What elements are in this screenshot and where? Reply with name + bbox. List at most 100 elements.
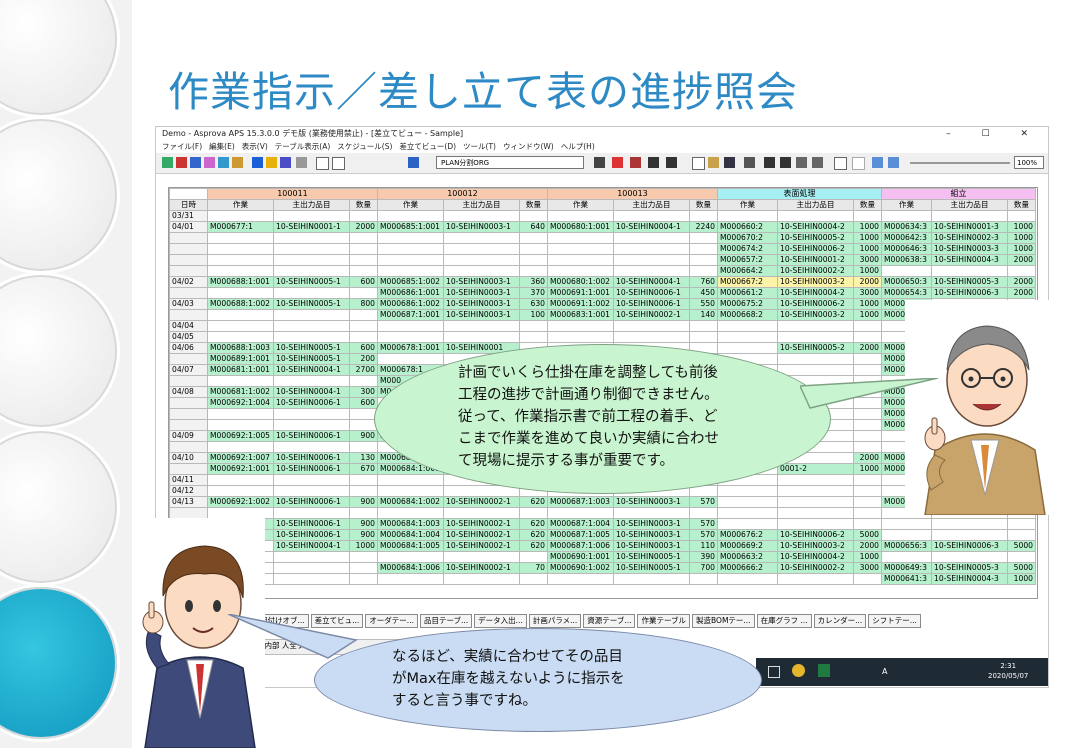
table-cell[interactable]: 100 xyxy=(519,309,548,321)
table-cell[interactable] xyxy=(777,210,854,222)
table-cell[interactable]: M000668:2 xyxy=(717,309,778,321)
toolbar-icon[interactable] xyxy=(408,157,419,168)
column-header[interactable]: 主出力品目 xyxy=(443,199,520,211)
resource-group-header[interactable]: 100011 xyxy=(207,188,378,200)
table-cell[interactable] xyxy=(547,243,614,255)
table-cell[interactable]: 10-SEIHIN0002-1 xyxy=(443,529,520,541)
undo-icon[interactable] xyxy=(834,157,847,170)
table-cell[interactable]: 10-SEIHIN0002-2 xyxy=(777,265,854,277)
toolbar-icon[interactable] xyxy=(232,157,243,168)
table-cell[interactable]: 10-SEIHIN0006-1 xyxy=(273,463,350,475)
table-cell[interactable] xyxy=(547,232,614,244)
table-cell[interactable]: 2240 xyxy=(689,221,718,233)
table-cell[interactable]: 360 xyxy=(519,276,548,288)
table-cell[interactable]: 1000 xyxy=(853,298,882,310)
sheet-tab[interactable]: データ入出... xyxy=(474,614,527,628)
table-cell[interactable] xyxy=(777,320,854,332)
table-cell[interactable]: M000680:1:002 xyxy=(547,276,614,288)
zoom-out-icon[interactable] xyxy=(332,157,345,170)
table-cell[interactable] xyxy=(931,529,1008,541)
date-cell[interactable] xyxy=(169,463,208,475)
print-icon[interactable] xyxy=(744,157,755,168)
table-cell[interactable]: M000660:2 xyxy=(717,221,778,233)
table-cell[interactable] xyxy=(207,441,274,453)
toolbar-icon[interactable] xyxy=(204,157,215,168)
zoom-slider[interactable] xyxy=(910,162,1010,164)
table-cell[interactable]: 10-SEIHIN0005-3 xyxy=(931,276,1008,288)
table-cell[interactable] xyxy=(273,375,350,387)
table-cell[interactable] xyxy=(717,342,778,354)
table-cell[interactable]: 2000 xyxy=(853,276,882,288)
table-cell[interactable] xyxy=(273,232,350,244)
table-cell[interactable]: M000691:1:002 xyxy=(547,298,614,310)
table-cell[interactable] xyxy=(931,551,1008,563)
toolbar-icon[interactable] xyxy=(780,157,791,168)
table-cell[interactable] xyxy=(853,573,882,585)
table-cell[interactable]: M000688:1:002 xyxy=(207,298,274,310)
table-cell[interactable] xyxy=(443,507,520,519)
table-cell[interactable]: M000692:1:005 xyxy=(207,430,274,442)
table-cell[interactable] xyxy=(853,210,882,222)
table-cell[interactable] xyxy=(547,573,614,585)
table-cell[interactable]: 670 xyxy=(349,463,378,475)
table-cell[interactable]: 570 xyxy=(689,518,718,530)
table-cell[interactable] xyxy=(273,265,350,277)
table-cell[interactable]: 10-SEIHIN0004-3 xyxy=(931,254,1008,266)
table-cell[interactable] xyxy=(1007,551,1036,563)
menu-item[interactable]: 差立てビュー(D) xyxy=(399,142,456,151)
table-cell[interactable] xyxy=(853,419,882,431)
table-cell[interactable]: M000687:1:003 xyxy=(547,496,614,508)
table-cell[interactable] xyxy=(273,287,350,299)
toolbar-icon[interactable] xyxy=(176,157,187,168)
table-cell[interactable] xyxy=(349,320,378,332)
table-cell[interactable]: 300 xyxy=(349,386,378,398)
table-cell[interactable] xyxy=(881,529,932,541)
table-cell[interactable]: M000686:1:002 xyxy=(377,298,444,310)
table-cell[interactable] xyxy=(777,474,854,486)
table-cell[interactable]: 370 xyxy=(519,287,548,299)
table-cell[interactable]: 2000 xyxy=(1007,254,1036,266)
table-cell[interactable] xyxy=(207,243,274,255)
column-header[interactable]: 作業 xyxy=(547,199,614,211)
column-header[interactable]: 数量 xyxy=(689,199,718,211)
table-cell[interactable] xyxy=(547,265,614,277)
toolbar-icon[interactable] xyxy=(594,157,605,168)
date-cell[interactable]: 04/09 xyxy=(169,430,208,442)
table-cell[interactable]: M000649:3 xyxy=(881,562,932,574)
table-cell[interactable]: 10-SEIHIN0001-1 xyxy=(273,221,350,233)
toolbar-icon[interactable] xyxy=(190,157,201,168)
table-cell[interactable]: 1000 xyxy=(853,309,882,321)
table-cell[interactable] xyxy=(443,232,520,244)
sheet-tab[interactable]: 在庫グラフ ... xyxy=(756,614,812,628)
date-cell[interactable] xyxy=(169,265,208,277)
table-cell[interactable] xyxy=(349,254,378,266)
table-cell[interactable] xyxy=(613,573,690,585)
table-cell[interactable]: 10-SEIHIN0004-1 xyxy=(273,386,350,398)
table-cell[interactable]: M000690:1:001 xyxy=(547,551,614,563)
resource-group-header[interactable]: 100013 xyxy=(547,188,718,200)
table-cell[interactable]: 620 xyxy=(519,496,548,508)
table-cell[interactable] xyxy=(717,331,778,343)
paste-icon[interactable] xyxy=(812,157,823,168)
table-cell[interactable]: 10-SEIHIN0005-1 xyxy=(273,298,350,310)
table-cell[interactable]: 1000 xyxy=(853,551,882,563)
toolbar-icon[interactable] xyxy=(764,157,775,168)
table-cell[interactable]: 10-SEIHIN0004-2 xyxy=(777,221,854,233)
date-cell[interactable] xyxy=(169,243,208,255)
table-cell[interactable] xyxy=(377,474,444,486)
table-cell[interactable] xyxy=(689,507,718,519)
date-cell[interactable] xyxy=(169,287,208,299)
table-cell[interactable] xyxy=(853,320,882,332)
table-cell[interactable] xyxy=(349,551,378,563)
table-cell[interactable]: 10-SEIHIN0001-2 xyxy=(777,254,854,266)
toolbar-icon[interactable] xyxy=(296,157,307,168)
table-cell[interactable]: 10-SEIHIN0003-1 xyxy=(613,496,690,508)
table-cell[interactable]: 10-SEIHIN0002-1 xyxy=(443,518,520,530)
table-cell[interactable]: M000687:1:004 xyxy=(547,518,614,530)
ime-indicator[interactable]: A xyxy=(882,667,887,676)
resource-group-header[interactable]: 組立 xyxy=(881,188,1036,200)
table-cell[interactable] xyxy=(207,287,274,299)
table-cell[interactable] xyxy=(613,320,690,332)
table-cell[interactable] xyxy=(377,210,444,222)
date-cell[interactable]: 04/11 xyxy=(169,474,208,486)
